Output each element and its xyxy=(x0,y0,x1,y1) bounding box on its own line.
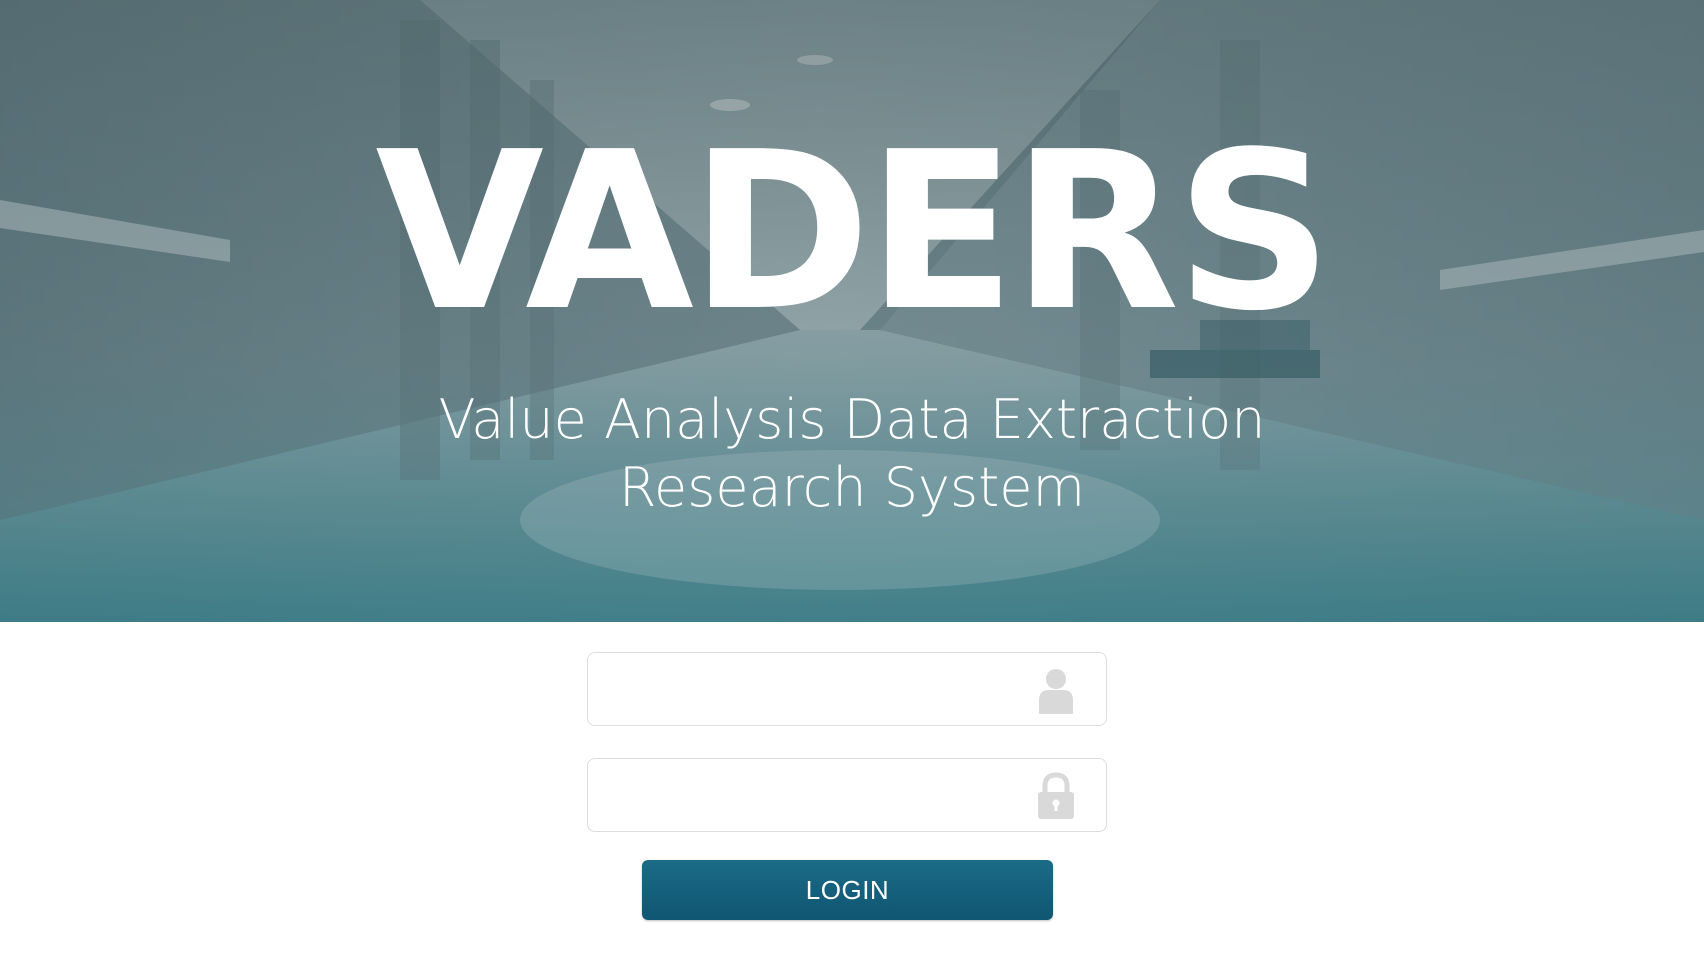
app-subtitle: Value Analysis Data Extraction Research … xyxy=(352,386,1352,522)
subtitle-line-1: Value Analysis Data Extraction xyxy=(438,388,1266,451)
app-title: VADERS xyxy=(375,106,1332,359)
subtitle-line-2: Research System xyxy=(618,456,1086,519)
password-input[interactable] xyxy=(606,759,1010,833)
lock-icon xyxy=(1038,772,1074,819)
login-button[interactable]: LOGIN xyxy=(642,860,1053,920)
hero-banner: VADERS Value Analysis Data Extraction Re… xyxy=(0,0,1704,622)
password-field[interactable] xyxy=(587,758,1107,833)
username-field[interactable] xyxy=(587,652,1107,727)
user-icon xyxy=(1039,669,1073,714)
username-input[interactable] xyxy=(606,653,1010,727)
